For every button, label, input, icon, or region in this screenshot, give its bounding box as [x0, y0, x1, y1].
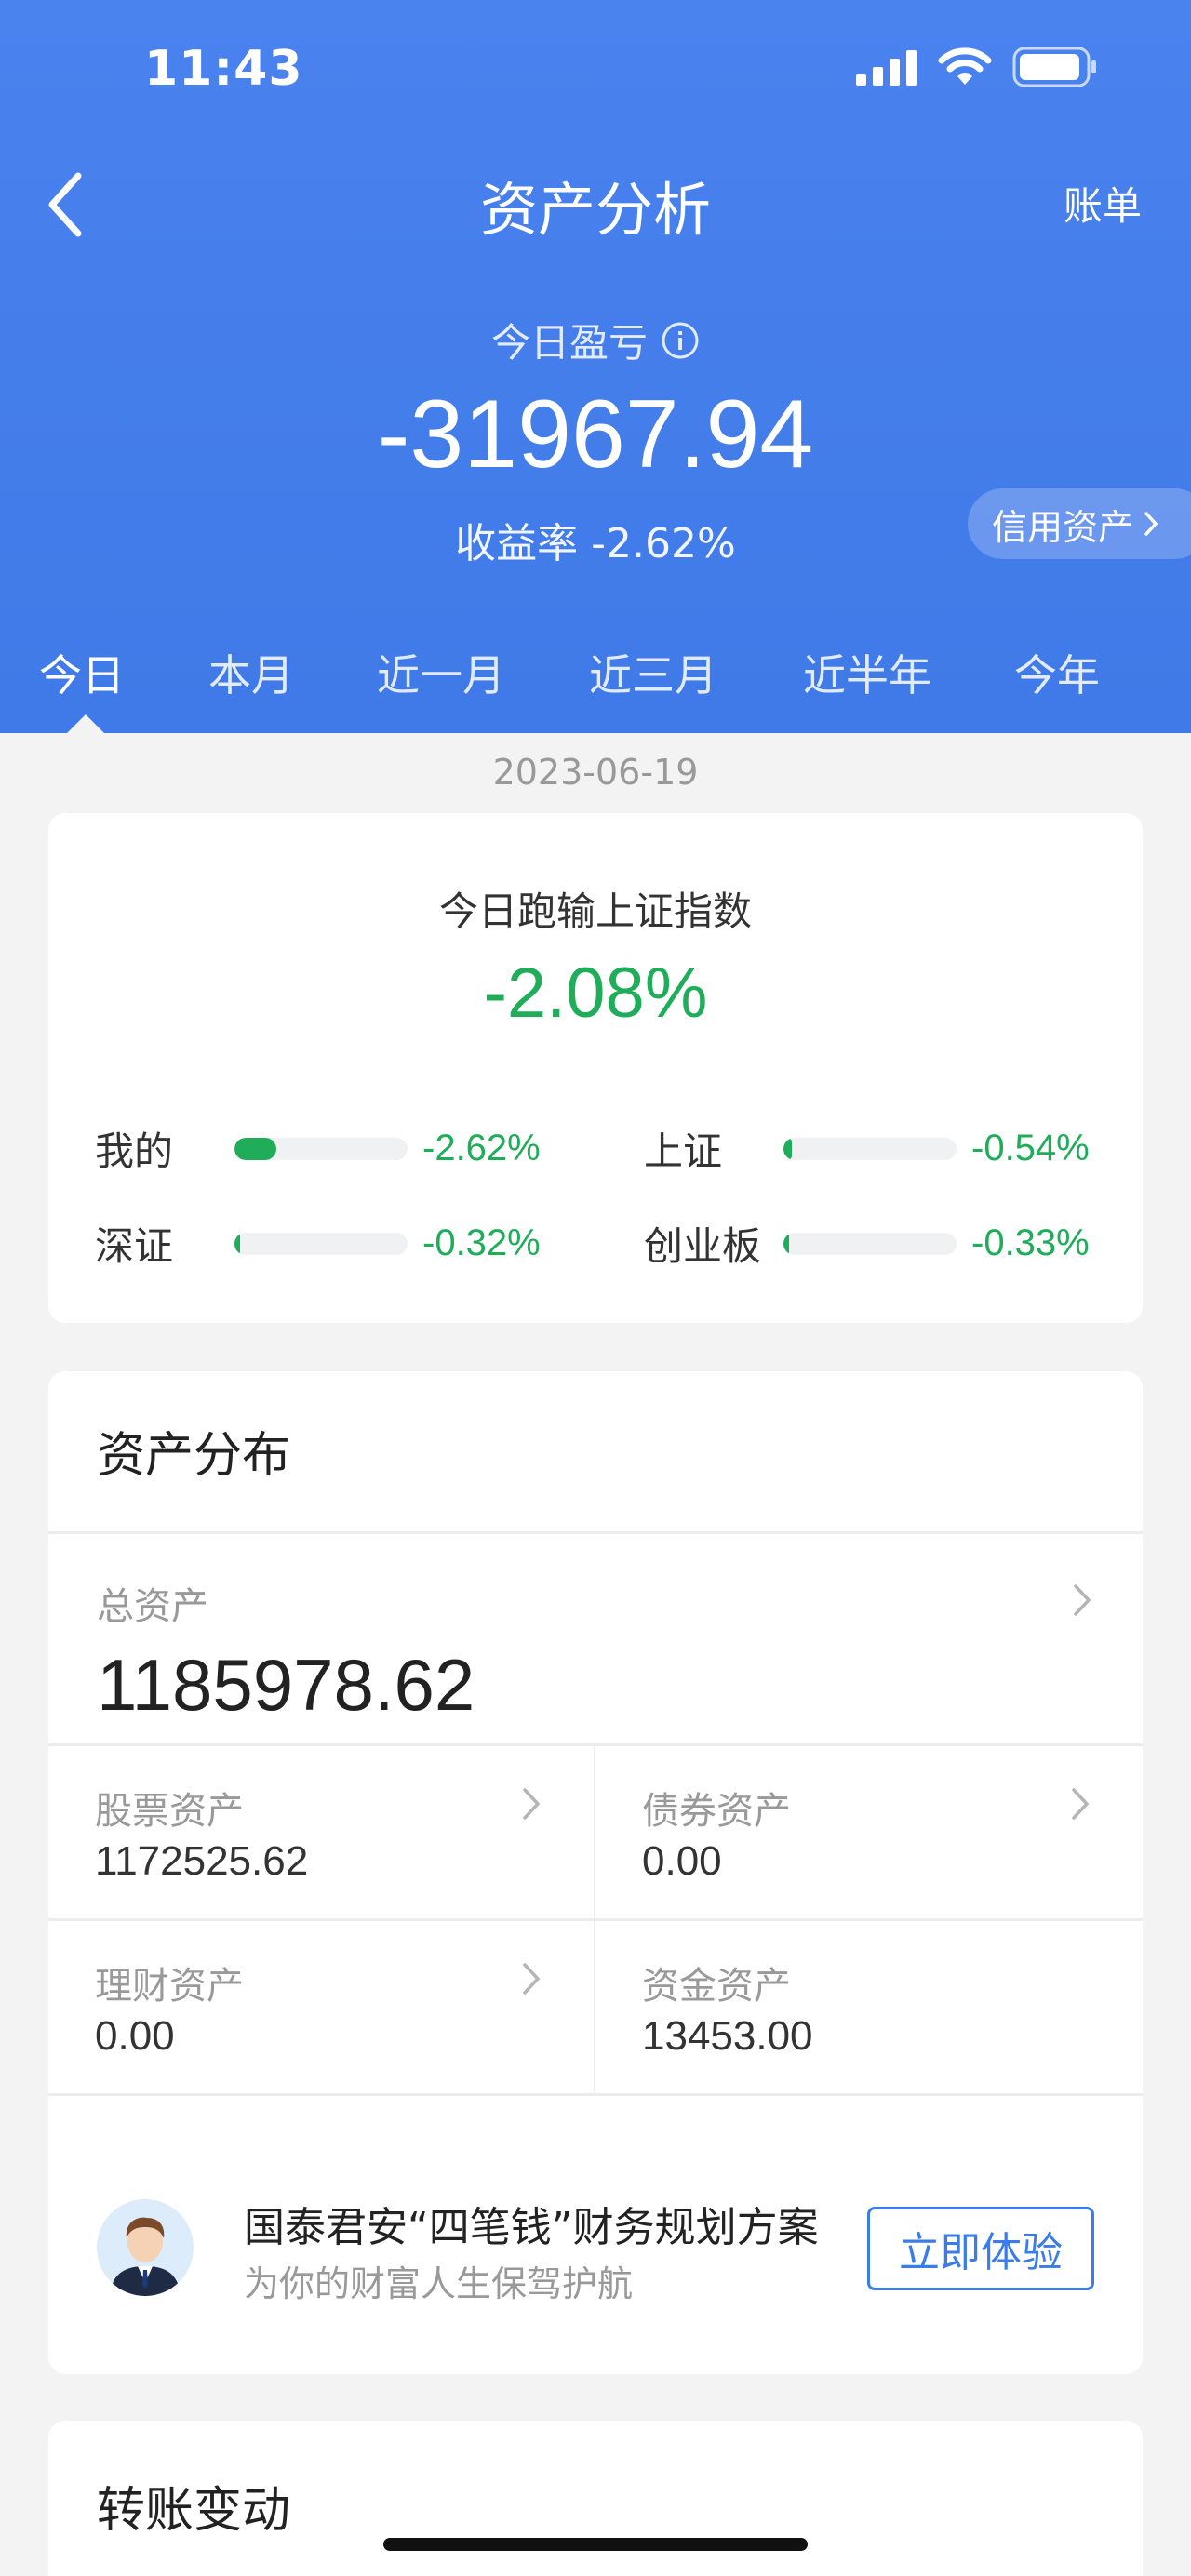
tab-last-three-months[interactable]: 近三月	[589, 642, 717, 703]
tab-this-year[interactable]: 今年	[1014, 642, 1100, 703]
compare-value: -2.62%	[422, 1128, 541, 1168]
compare-label: 创业板	[644, 1223, 762, 1269]
divider	[48, 2093, 1143, 2096]
benchmark-title: 今日跑输上证指数	[438, 888, 752, 934]
compare-bar	[783, 1137, 957, 1160]
try-now-button[interactable]: 立即体验	[867, 2207, 1094, 2290]
cell-label: 理财资产	[95, 1965, 244, 2008]
advisor-illustration	[97, 2199, 194, 2296]
compare-label: 上证	[644, 1128, 723, 1174]
compare-row-shanghai: 上证 -0.54%	[644, 1120, 1090, 1177]
cell-value: 0.00	[642, 1838, 722, 1884]
chevron-right-icon	[523, 1963, 541, 1995]
chevron-right-icon	[1072, 1788, 1090, 1820]
status-icons	[856, 47, 1098, 87]
compare-value: -0.54%	[971, 1128, 1090, 1168]
promo-title: 国泰君安“四笔钱”财务规划方案	[244, 2204, 819, 2251]
compare-row-shenzhen: 深证 -0.32%	[95, 1215, 541, 1272]
wealth-assets-cell[interactable]: 理财资产 0.00	[48, 1920, 594, 2093]
chevron-right-icon	[1074, 1584, 1091, 1616]
compare-bar-fill	[234, 1137, 276, 1160]
total-assets-row[interactable]: 总资产 1185978.62	[48, 1534, 1143, 1743]
tab-last-half-year[interactable]: 近半年	[803, 642, 931, 703]
active-tab-indicator	[67, 714, 104, 733]
advisor-avatar	[97, 2199, 194, 2296]
credit-assets-button[interactable]: 信用资产	[968, 488, 1191, 559]
pnl-label: 今日盈亏	[490, 320, 648, 366]
transfer-card: 转账变动	[48, 2421, 1143, 2576]
tab-today[interactable]: 今日	[39, 642, 125, 703]
benchmark-card: 今日跑输上证指数 -2.08% 我的 -2.62% 上证 -0.54% 深证 -…	[48, 813, 1143, 1323]
cell-value: 0.00	[95, 2013, 175, 2059]
cell-label: 资金资产	[642, 1965, 791, 2008]
cell-label: 股票资产	[95, 1790, 244, 1833]
compare-bar-fill	[234, 1232, 240, 1255]
compare-value: -0.33%	[971, 1222, 1090, 1263]
section-title: 转账变动	[97, 2483, 291, 2539]
compare-bar	[234, 1137, 408, 1160]
compare-value: -0.32%	[422, 1222, 541, 1263]
battery-icon	[1012, 47, 1096, 87]
tab-this-month[interactable]: 本月	[208, 642, 294, 703]
wifi-icon	[938, 47, 992, 85]
stock-assets-cell[interactable]: 股票资产 1172525.62	[48, 1745, 594, 1918]
compare-bar	[234, 1232, 408, 1255]
pnl-label-row: 今日盈亏	[0, 312, 1191, 368]
cell-value: 1172525.62	[95, 1838, 309, 1884]
compare-bar-fill	[783, 1232, 789, 1255]
asset-distribution-card: 资产分布 总资产 1185978.62 股票资产 1172525.62 债券资产…	[48, 1371, 1143, 2374]
compare-label: 深证	[95, 1223, 174, 1269]
benchmark-value: -2.08%	[483, 954, 708, 1033]
cell-label: 债券资产	[642, 1790, 791, 1833]
period-tabs: 今日 本月 近一月 近三月 近半年 今年	[0, 642, 1191, 733]
cell-value: 13453.00	[642, 2013, 813, 2059]
pnl-value: -31967.94	[377, 380, 814, 488]
cash-assets-cell: 资金资产 13453.00	[596, 1920, 1143, 2093]
status-time: 11:43	[144, 41, 303, 97]
promo-subtitle: 为你的财富人生保驾护航	[244, 2263, 634, 2304]
header: 11:43 资产分析 账单 今日盈亏 -31967.94 收益率 -2.62% …	[0, 0, 1191, 733]
tab-last-month[interactable]: 近一月	[377, 642, 505, 703]
signal-icon	[856, 50, 917, 86]
date-label: 2023-06-19	[492, 752, 699, 793]
credit-assets-label: 信用资产	[992, 506, 1134, 548]
chevron-right-icon	[1144, 512, 1158, 536]
total-assets-label: 总资产	[97, 1585, 208, 1628]
compare-row-mine: 我的 -2.62%	[95, 1120, 541, 1177]
total-assets-value: 1185978.62	[97, 1644, 475, 1726]
compare-bar	[783, 1232, 957, 1255]
compare-bar-fill	[783, 1137, 793, 1160]
chevron-right-icon	[523, 1788, 541, 1820]
section-title: 资产分布	[97, 1428, 291, 1484]
home-indicator[interactable]	[383, 2538, 808, 2551]
bill-link[interactable]: 账单	[1064, 175, 1142, 232]
compare-row-chinext: 创业板 -0.33%	[644, 1215, 1090, 1272]
bond-assets-cell[interactable]: 债券资产 0.00	[596, 1745, 1143, 1918]
page-title: 资产分析	[479, 176, 711, 244]
compare-label: 我的	[95, 1128, 174, 1174]
info-icon[interactable]	[661, 321, 700, 360]
